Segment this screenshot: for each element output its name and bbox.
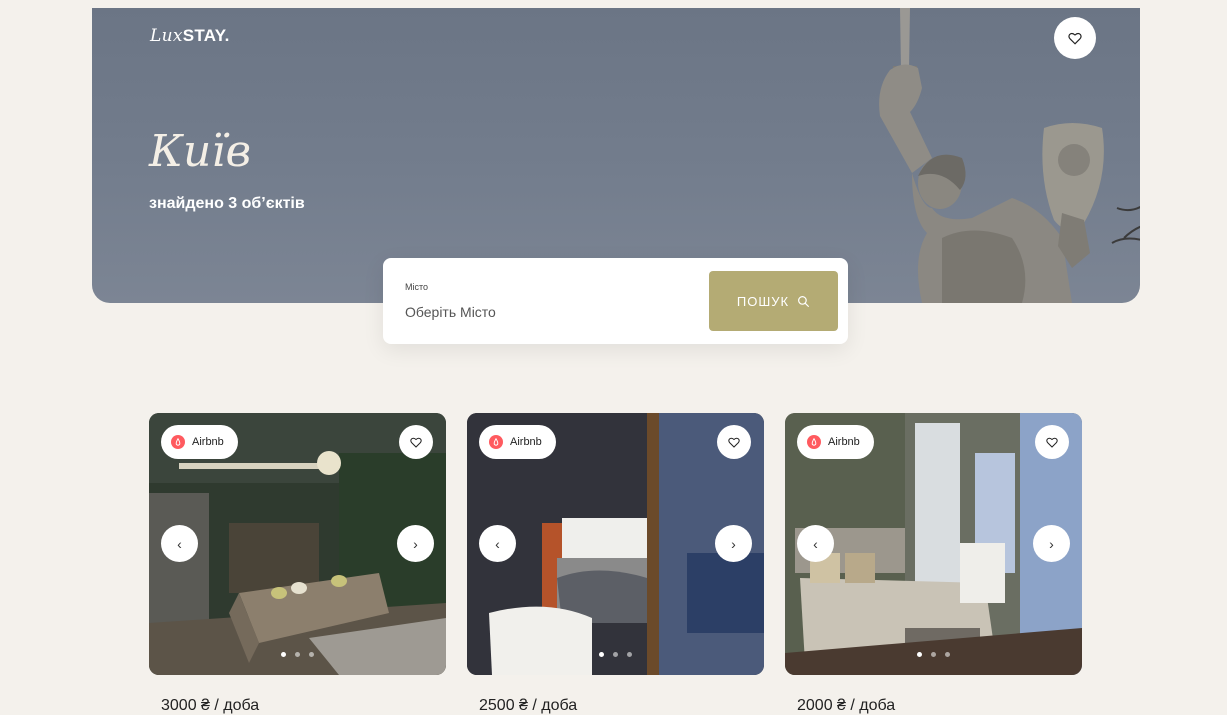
city-select-input[interactable] <box>403 298 697 326</box>
photo-pagination <box>149 652 446 657</box>
pagination-dot[interactable] <box>931 652 936 657</box>
logo[interactable]: LuxSTAY. <box>150 26 230 46</box>
pagination-dot[interactable] <box>945 652 950 657</box>
source-badge: Airbnb <box>479 425 556 459</box>
airbnb-icon <box>171 435 185 449</box>
pagination-dot[interactable] <box>295 652 300 657</box>
prev-photo-button[interactable]: ‹ <box>479 525 516 562</box>
city-field-label: Місто <box>405 282 429 292</box>
chevron-right-icon: › <box>1049 535 1054 552</box>
search-icon <box>798 295 810 307</box>
next-photo-button[interactable]: › <box>715 525 752 562</box>
airbnb-icon <box>807 435 821 449</box>
favorite-toggle[interactable] <box>1035 425 1069 459</box>
photo-pagination <box>785 652 1082 657</box>
photo-pagination <box>467 652 764 657</box>
favorite-toggle[interactable] <box>399 425 433 459</box>
chevron-right-icon: › <box>731 535 736 552</box>
pagination-dot[interactable] <box>613 652 618 657</box>
favorites-button[interactable] <box>1054 17 1096 59</box>
airbnb-icon <box>489 435 503 449</box>
source-badge: Airbnb <box>797 425 874 459</box>
heart-icon <box>1068 32 1082 45</box>
search-button-label: ПОШУК <box>736 293 790 309</box>
search-button[interactable]: ПОШУК <box>709 271 838 331</box>
chevron-left-icon: ‹ <box>495 535 500 552</box>
listing-price: 2000 ₴ / доба <box>797 697 896 714</box>
city-title: Київ <box>149 126 252 177</box>
search-panel: Місто ПОШУК <box>383 258 848 344</box>
prev-photo-button[interactable]: ‹ <box>161 525 198 562</box>
prev-photo-button[interactable]: ‹ <box>797 525 834 562</box>
next-photo-button[interactable]: › <box>1033 525 1070 562</box>
next-photo-button[interactable]: › <box>397 525 434 562</box>
pagination-dot[interactable] <box>281 652 286 657</box>
listing-card[interactable]: Airbnb ‹ › <box>467 413 764 675</box>
chevron-right-icon: › <box>413 535 418 552</box>
heart-icon <box>410 437 422 448</box>
chevron-left-icon: ‹ <box>813 535 818 552</box>
listing-card[interactable]: Airbnb ‹ › <box>785 413 1082 675</box>
heart-icon <box>728 437 740 448</box>
listing-price: 3000 ₴ / доба <box>161 697 260 714</box>
source-badge: Airbnb <box>161 425 238 459</box>
results-count: знайдено 3 об’єктів <box>149 195 305 212</box>
listing-card[interactable]: Airbnb ‹ › <box>149 413 446 675</box>
favorite-toggle[interactable] <box>717 425 751 459</box>
pagination-dot[interactable] <box>309 652 314 657</box>
listing-price: 2500 ₴ / доба <box>479 697 578 714</box>
pagination-dot[interactable] <box>599 652 604 657</box>
pagination-dot[interactable] <box>917 652 922 657</box>
chevron-left-icon: ‹ <box>177 535 182 552</box>
heart-icon <box>1046 437 1058 448</box>
pagination-dot[interactable] <box>627 652 632 657</box>
